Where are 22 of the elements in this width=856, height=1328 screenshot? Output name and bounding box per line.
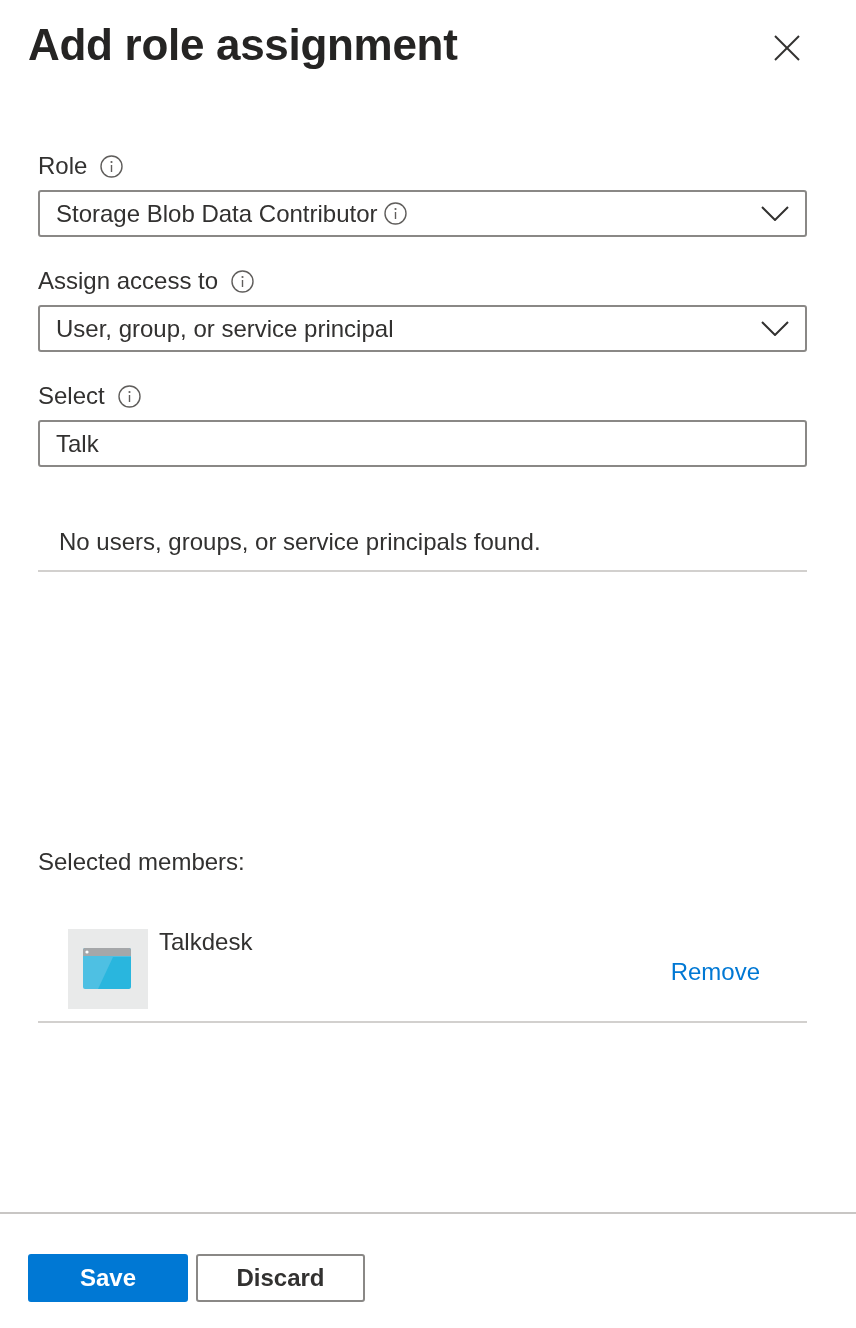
field-label: Assign access to: [38, 266, 219, 296]
info-icon[interactable]: [100, 154, 124, 178]
dropdown-field[interactable]: Storage Blob Data Contributor: [38, 190, 807, 237]
field-label: Select: [38, 381, 105, 411]
save-button[interactable]: Save: [28, 1254, 188, 1302]
info-icon[interactable]: [117, 384, 141, 408]
discard-button[interactable]: Discard: [196, 1254, 365, 1302]
field-label: Role: [38, 151, 88, 181]
search-field[interactable]: Talk: [38, 420, 807, 467]
app-window-icon: [68, 929, 148, 1009]
empty-results-message: No users, groups, or service principals found.: [59, 527, 541, 557]
close-button[interactable]: [774, 35, 800, 61]
dropdown-field[interactable]: User, group, or service principal: [38, 305, 807, 352]
close-icon: [774, 35, 800, 61]
panel-title: Add role assignment: [28, 19, 458, 71]
remove-link[interactable]: Remove: [670, 956, 760, 988]
chevron-down-icon: [761, 321, 789, 336]
chevron-down-icon: [761, 206, 789, 221]
section-label: Selected members:: [38, 847, 245, 877]
member-name: Talkdesk: [159, 927, 253, 957]
info-icon[interactable]: [231, 269, 255, 293]
info-icon[interactable]: [383, 202, 407, 225]
